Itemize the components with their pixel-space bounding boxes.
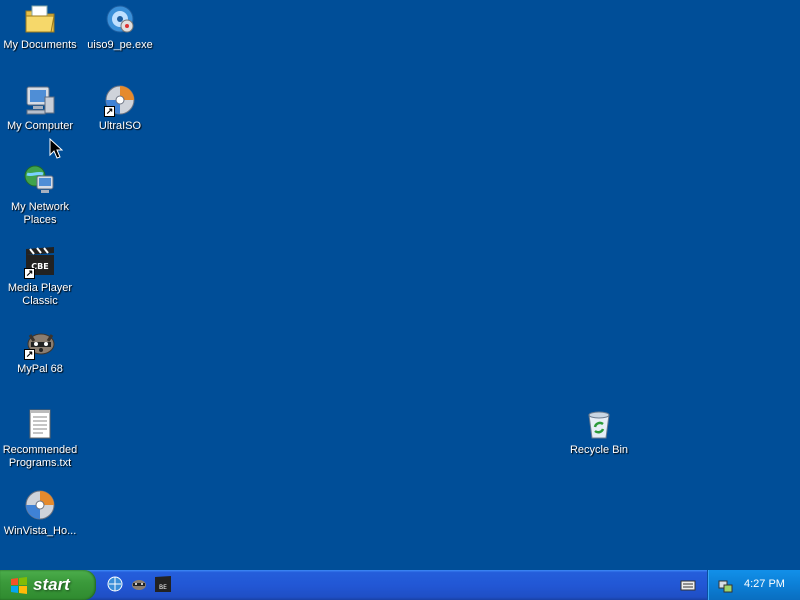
- network-places-icon: [23, 164, 57, 198]
- taskbar: start BE 4:27 PM: [0, 570, 800, 600]
- internet-icon[interactable]: [106, 575, 124, 593]
- mypal-icon: ↗: [23, 326, 57, 360]
- shortcut-arrow-icon: ↗: [24, 349, 35, 360]
- ultraiso-disc-icon: ↗: [103, 83, 137, 117]
- media-player-classic-icon[interactable]: BE: [154, 575, 172, 593]
- desktop-icon-label: My Computer: [6, 120, 74, 132]
- ultraiso-installer-icon: [103, 2, 137, 36]
- desktop[interactable]: My Documents uiso9_pe.exe My Computer ↗ …: [0, 0, 800, 570]
- desktop-icon-media-player-classic[interactable]: CBE ↗ Media Player Classic: [0, 245, 80, 308]
- disc-image-icon: [23, 488, 57, 522]
- desktop-icon-uiso9-pe[interactable]: uiso9_pe.exe: [80, 2, 160, 52]
- my-computer-icon: [23, 83, 57, 117]
- clock[interactable]: 4:27 PM: [744, 578, 785, 590]
- network-status-icon[interactable]: [718, 577, 734, 593]
- start-label: start: [33, 575, 70, 594]
- desktop-icon-my-computer[interactable]: My Computer: [0, 83, 80, 133]
- mypal-icon[interactable]: [130, 575, 148, 593]
- desktop-icon-label: WinVista_Ho...: [3, 525, 77, 537]
- shortcut-arrow-icon: ↗: [24, 268, 35, 279]
- desktop-icon-label: UltraISO: [98, 120, 142, 132]
- desktop-icon-my-documents[interactable]: My Documents: [0, 2, 80, 52]
- desktop-icon-recommended-programs[interactable]: Recommended Programs.txt: [0, 407, 80, 470]
- system-tray: 4:27 PM: [707, 570, 800, 600]
- desktop-icon-winvista-iso[interactable]: WinVista_Ho...: [0, 488, 80, 538]
- shortcut-arrow-icon: ↗: [104, 106, 115, 117]
- desktop-icon-ultraiso[interactable]: ↗ UltraISO: [80, 83, 160, 133]
- desktop-icon-my-network-places[interactable]: My Network Places: [0, 164, 80, 227]
- desktop-icon-mypal[interactable]: ↗ MyPal 68: [0, 326, 80, 376]
- keyboard-icon[interactable]: [680, 577, 696, 593]
- desktop-icon-label: My Documents: [3, 39, 77, 51]
- desktop-icon-label: uiso9_pe.exe: [87, 39, 153, 51]
- svg-text:BE: BE: [159, 584, 167, 591]
- desktop-icon-label: Media Player Classic: [7, 282, 73, 307]
- recycle-bin-icon: [582, 407, 616, 441]
- start-button[interactable]: start: [0, 570, 96, 600]
- desktop-icon-label: Recycle Bin: [569, 444, 629, 456]
- mouse-cursor-icon: [49, 138, 63, 159]
- my-documents-icon: [23, 2, 57, 36]
- desktop-icon-label: Recommended Programs.txt: [2, 444, 78, 469]
- desktop-icon-label: My Network Places: [10, 201, 70, 226]
- quick-launch: BE: [106, 575, 172, 593]
- windows-flag-icon: [11, 577, 27, 594]
- desktop-icon-recycle-bin[interactable]: Recycle Bin: [559, 407, 639, 457]
- media-player-classic-icon: CBE ↗: [23, 245, 57, 279]
- desktop-icon-label: MyPal 68: [17, 363, 63, 375]
- text-file-icon: [23, 407, 57, 441]
